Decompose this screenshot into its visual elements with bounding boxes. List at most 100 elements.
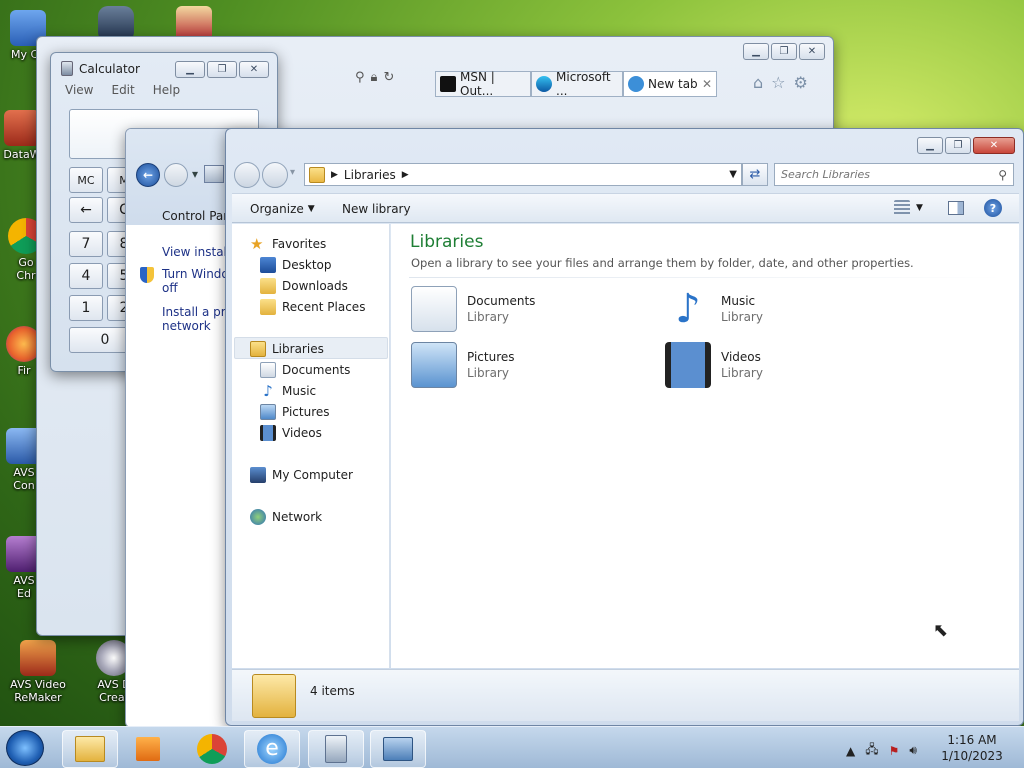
taskbar-chrome[interactable] <box>184 730 240 768</box>
computer-icon <box>250 467 266 483</box>
menu-help[interactable]: Help <box>153 83 180 97</box>
ie-tab-active[interactable]: New tab ✕ <box>623 71 717 97</box>
nav-label: Recent Places <box>282 300 366 314</box>
back-arrow-icon[interactable]: ← <box>136 163 160 187</box>
taskbar-explorer[interactable] <box>62 730 118 768</box>
library-name: Pictures <box>467 350 515 364</box>
network-tray-icon[interactable]: 🖧︎ <box>865 740 878 761</box>
address-dropdown-chevron-icon[interactable]: ▼ <box>729 169 737 180</box>
calc-caption-buttons: ▁ ❐ ✕ <box>175 61 269 78</box>
favorites-star-icon[interactable]: ☆ <box>771 73 785 92</box>
calculator-title: Calculator <box>79 61 140 76</box>
library-music[interactable]: ♪ Music Library <box>665 286 763 332</box>
nav-videos[interactable]: Videos <box>260 423 322 443</box>
control-panel-home-link[interactable]: Control Pan <box>162 209 231 223</box>
change-view-icon[interactable] <box>894 200 910 216</box>
folder-icon <box>75 736 105 762</box>
nav-favorites[interactable]: ★ Favorites <box>250 234 326 254</box>
libraries-folder-icon <box>252 674 296 718</box>
start-button[interactable] <box>6 730 44 766</box>
breadcrumb-libraries[interactable]: Libraries <box>344 168 396 182</box>
chevron-down-icon[interactable]: ▾ <box>192 167 198 181</box>
ie-tab[interactable]: MSN | Out... <box>435 70 531 98</box>
forward-arrow-icon[interactable] <box>164 163 188 187</box>
calc-key-7[interactable]: 7 <box>69 231 103 257</box>
calc-maximize-button[interactable]: ❐ <box>207 61 237 78</box>
ie-maximize-button[interactable]: ❐ <box>771 43 797 60</box>
back-button[interactable] <box>234 162 260 188</box>
library-documents[interactable]: Documents Library <box>411 286 535 332</box>
ie-close-button[interactable]: ✕ <box>799 43 825 60</box>
taskbar-calculator[interactable] <box>308 730 364 768</box>
minimize-button[interactable]: ▁ <box>917 137 943 154</box>
search-input[interactable] <box>781 168 981 181</box>
menu-edit[interactable]: Edit <box>111 83 134 97</box>
nav-label: Downloads <box>282 279 348 293</box>
explorer-window[interactable]: ▁ ❐ ✕ ▾ ▶ Libraries ▶ ▼ ⇄ ⚲ Organize▼ Ne… <box>225 128 1024 726</box>
calc-key-1[interactable]: 1 <box>69 295 103 321</box>
taskbar-control-panel[interactable] <box>370 730 426 768</box>
refresh-icon[interactable]: ↻ <box>383 70 394 85</box>
videos-icon <box>260 425 276 441</box>
library-pictures[interactable]: Pictures Library <box>411 342 515 388</box>
nav-desktop[interactable]: Desktop <box>260 255 332 275</box>
new-library-button[interactable]: New library <box>342 202 411 216</box>
nav-label: Documents <box>282 363 351 377</box>
calc-key-4[interactable]: 4 <box>69 263 103 289</box>
nav-recent-places[interactable]: Recent Places <box>260 297 365 317</box>
preview-pane-icon[interactable] <box>948 201 964 215</box>
nav-music[interactable]: ♪ Music <box>260 381 316 401</box>
maximize-button[interactable]: ❐ <box>945 137 971 154</box>
ie-tab[interactable]: Microsoft ... <box>531 70 623 98</box>
install-program-network-link[interactable]: Install a pro network <box>162 305 233 333</box>
library-type: Library <box>721 366 763 380</box>
nav-label: Favorites <box>272 237 327 251</box>
clock[interactable]: 1:16 AM 1/10/2023 <box>934 732 1010 764</box>
forward-button[interactable] <box>262 162 288 188</box>
nav-pictures[interactable]: Pictures <box>260 402 330 422</box>
gear-icon[interactable]: ⚙ <box>794 73 808 92</box>
breadcrumb-arrow-icon[interactable]: ▶ <box>331 170 338 180</box>
mouse-cursor-icon: ⬉ <box>933 620 949 641</box>
breadcrumb-arrow-icon[interactable]: ▶ <box>402 170 409 180</box>
volume-icon[interactable]: 🔊︎ <box>909 743 917 758</box>
search-icon[interactable]: ⚲ <box>355 70 365 85</box>
nav-my-computer[interactable]: My Computer <box>250 465 353 485</box>
shield-icon <box>140 267 154 283</box>
desktop-icon-avs-video-remaker[interactable]: AVS Video ReMaker <box>2 640 74 704</box>
nav-documents[interactable]: Documents <box>260 360 350 380</box>
library-videos[interactable]: Videos Library <box>665 342 763 388</box>
nav-network[interactable]: Network <box>250 507 322 527</box>
view-dropdown-chevron-icon[interactable]: ▼ <box>916 203 923 213</box>
close-tab-icon[interactable]: ✕ <box>702 77 712 91</box>
address-bar[interactable]: ▶ Libraries ▶ ▼ <box>304 163 742 186</box>
show-hidden-icons-icon[interactable]: ▲ <box>846 744 855 758</box>
nav-libraries[interactable]: Libraries <box>250 339 324 359</box>
pictures-icon <box>260 404 276 420</box>
action-center-icon[interactable]: ⚑ <box>889 744 900 758</box>
turn-windows-features-link[interactable]: Turn Windo off <box>162 267 229 295</box>
search-box[interactable]: ⚲ <box>774 163 1014 186</box>
help-icon[interactable]: ? <box>984 199 1002 217</box>
organize-button[interactable]: Organize ▼ <box>250 202 315 216</box>
nav-downloads[interactable]: Downloads <box>260 276 348 296</box>
calc-key-backspace[interactable]: ← <box>69 197 103 223</box>
refresh-icon[interactable]: ⇄ <box>742 163 768 186</box>
calc-key-mc[interactable]: MC <box>69 167 103 193</box>
taskbar-media-player[interactable] <box>120 730 176 768</box>
home-icon[interactable]: ⌂ <box>753 73 763 92</box>
menu-view[interactable]: View <box>65 83 93 97</box>
view-options: ▼ <box>894 200 923 216</box>
recent-pages-chevron-icon[interactable]: ▾ <box>290 167 295 178</box>
calc-close-button[interactable]: ✕ <box>239 61 269 78</box>
music-note-icon: ♪ <box>263 382 273 400</box>
ie-minimize-button[interactable]: ▁ <box>743 43 769 60</box>
taskbar-internet-explorer[interactable]: e <box>244 730 300 768</box>
tab-label: New tab <box>648 77 698 91</box>
library-type: Library <box>721 310 763 324</box>
chrome-icon <box>197 734 227 764</box>
search-icon[interactable]: ⚲ <box>998 168 1007 182</box>
calc-minimize-button[interactable]: ▁ <box>175 61 205 78</box>
organize-label: Organize <box>250 202 304 216</box>
close-button[interactable]: ✕ <box>973 137 1015 154</box>
